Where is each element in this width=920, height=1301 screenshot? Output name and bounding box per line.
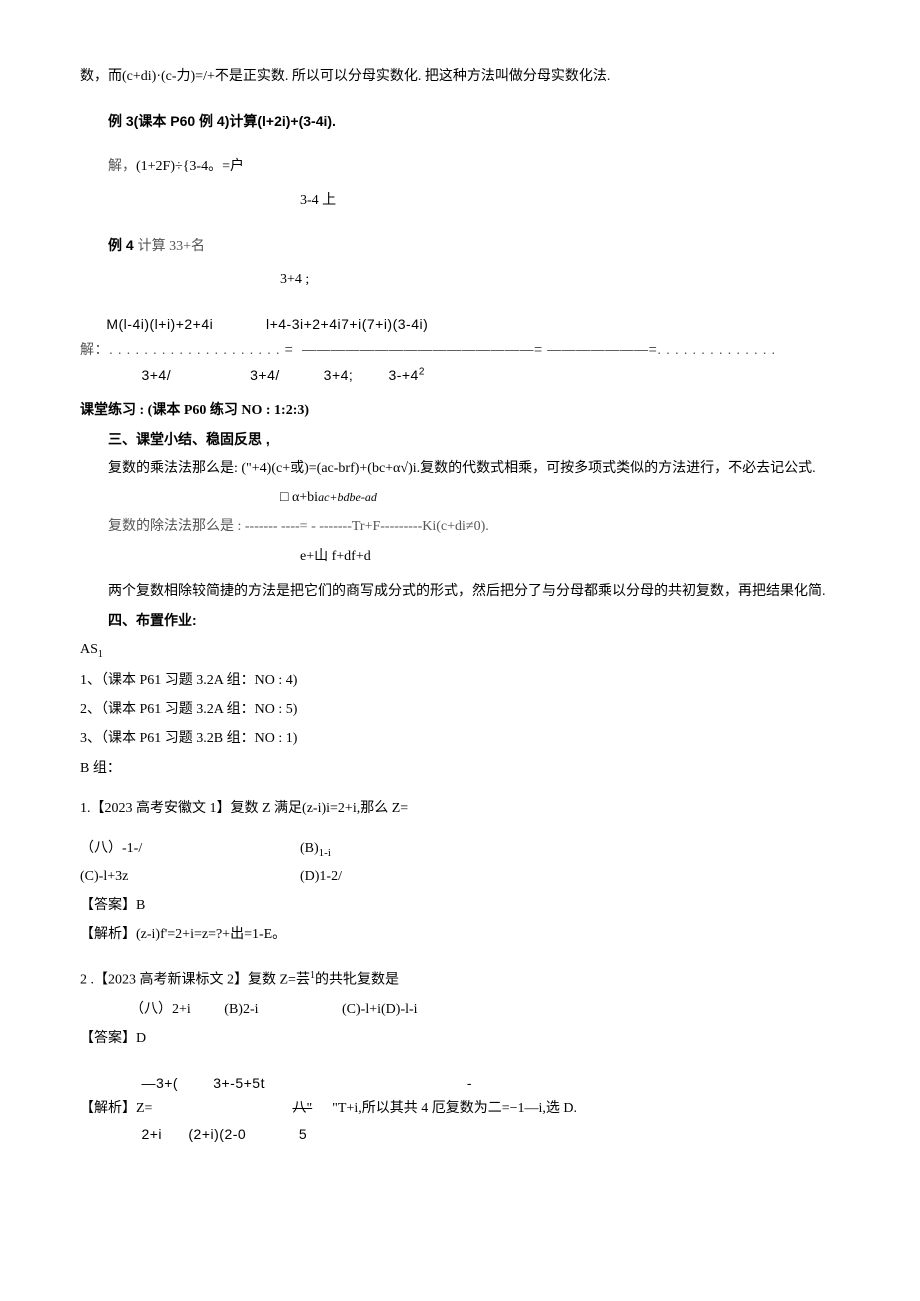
question-1-answer: 【答案】B bbox=[80, 893, 840, 918]
section-3-title: 三、课堂小结、稳固反思 , bbox=[80, 427, 840, 452]
solution-fraction-top: —3+( 3+-5+5t - bbox=[80, 1071, 840, 1096]
group-b-label: B 组： bbox=[80, 756, 840, 781]
solution-prefix: 解， bbox=[108, 159, 136, 174]
solution-label: 【解析】Z= bbox=[80, 1096, 152, 1121]
equation-line-3: 3+4/ 3+4/ 3+4; 3-+42 bbox=[80, 363, 840, 388]
formula-e-f: e+山 f+df+d bbox=[300, 544, 840, 569]
homework-3: 3、（课本 P61 习题 3.2B 组：NO : 1) bbox=[80, 726, 840, 751]
as-label: AS1 bbox=[80, 637, 840, 664]
paragraph-intro: 数，而(c+di)·(c-力)=/+不是正实数. 所以可以分母实数化. 把这种方… bbox=[80, 64, 840, 89]
homework-2: 2、（课本 P61 习题 3.2A 组：NO : 5) bbox=[80, 697, 840, 722]
equation-line-1: M(l-4i)(l+i)+2+4i l+4-3i+2+4i7+i(7+i)(3-… bbox=[80, 312, 840, 337]
option-d: (D)1-2/ bbox=[300, 864, 342, 889]
example-3-solution-line1: 解，解，(1+2F)÷{3-4。=户(1+2F)÷{3-4。=户 bbox=[80, 154, 840, 179]
solution-fraction-bottom: 2+i (2+i)(2-0 5 bbox=[80, 1122, 840, 1147]
division-rule: 复数的除法法那么是 : ------- ----= - -------Tr+F-… bbox=[80, 514, 840, 539]
solution-mid-strike: 八" bbox=[292, 1096, 312, 1121]
question-2-answer: 【答案】D bbox=[80, 1026, 840, 1051]
question-2-solution: —3+( 3+-5+5t - 【解析】Z= 八" "T+i,所以其共 4 厄复数… bbox=[80, 1071, 840, 1147]
example-4-label: 例 4 bbox=[108, 237, 138, 253]
question-2-options: （八）2+i (B)2-i (C)-l+i(D)-l-i bbox=[130, 997, 840, 1022]
solution-mid-tail: "T+i,所以其共 4 厄复数为二=−1—i,选 D. bbox=[332, 1096, 577, 1121]
example-4-title: 例 4 计算 33+名 bbox=[80, 233, 840, 259]
section-4-title: 四、布置作业: bbox=[80, 608, 840, 633]
classroom-practice: 课堂练习 : (课本 P60 练习 NO : 1:2:3) bbox=[80, 398, 840, 423]
option-c: (C)-l+3z bbox=[80, 864, 240, 889]
option-a: （八）-1-/ bbox=[80, 836, 240, 864]
example-4-text: 计算 33+名 bbox=[138, 239, 205, 254]
formula-alpha-bi: □ α+biac+bdbe-ad bbox=[280, 485, 840, 510]
option-b: (B)1-i bbox=[300, 836, 331, 864]
question-1: 1.【2023 高考安徽文 1】复数 Z 满足(z-i)i=2+i,那么 Z= bbox=[80, 796, 840, 821]
equation-line-2: 解：. . . . . . . . . . . . . . . . . . . … bbox=[80, 337, 840, 362]
multiplication-rule: 复数的乘法法那么是: ("+4)(c+或)=(ac-brf)+(bc+α√)i.… bbox=[80, 456, 840, 481]
q2-option-b: (B)2-i bbox=[224, 1002, 258, 1017]
question-1-solution: 【解析】(z-i)f'=2+i=z=?+出=1-E。 bbox=[80, 922, 840, 947]
formula-3-plus-4: 3+4 ; bbox=[280, 267, 840, 292]
q2-option-c-d: (C)-l+i(D)-l-i bbox=[342, 1002, 418, 1017]
solution-fraction-mid: 【解析】Z= 八" "T+i,所以其共 4 厄复数为二=−1—i,选 D. bbox=[80, 1096, 840, 1121]
division-method-note: 两个复数相除较简捷的方法是把它们的商写成分式的形式，然后把分了与分母都乘以分母的… bbox=[80, 579, 840, 604]
formula-3-4: 3-4 上 bbox=[300, 188, 840, 213]
q2-option-a: （八）2+i bbox=[130, 1002, 191, 1017]
homework-1: 1、（课本 P61 习题 3.2A 组：NO : 4) bbox=[80, 668, 840, 693]
question-2: 2 .【2023 高考新课标文 2】复数 Z=芸1的共牝复数是 bbox=[80, 967, 840, 993]
question-1-options-row1: （八）-1-/ (B)1-i bbox=[80, 836, 840, 864]
question-1-options-row2: (C)-l+3z (D)1-2/ bbox=[80, 864, 840, 889]
example-3-title: 例 3(课本 P60 例 4)计算(l+2i)+(3-4i). bbox=[80, 109, 840, 134]
